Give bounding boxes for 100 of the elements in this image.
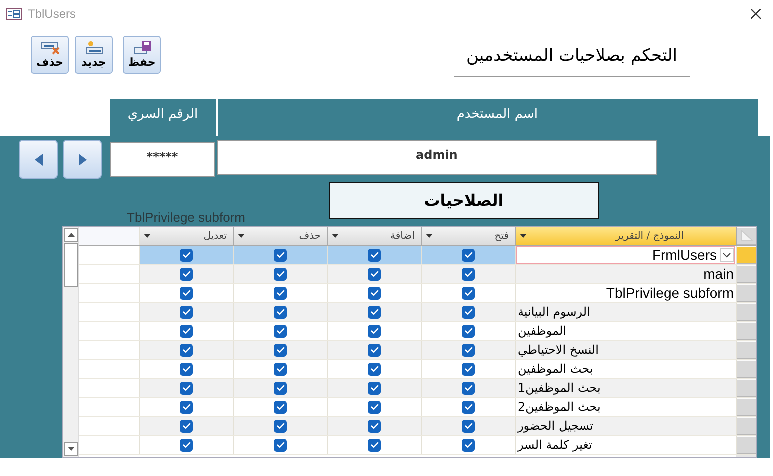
- scroll-up-button[interactable]: [64, 228, 78, 242]
- chevron-icon[interactable]: [723, 252, 731, 258]
- checkbox[interactable]: [274, 286, 287, 300]
- checkbox[interactable]: [180, 400, 193, 414]
- checkmark-icon: [182, 328, 190, 334]
- checkbox[interactable]: [462, 382, 475, 395]
- caret-icon[interactable]: [520, 234, 527, 238]
- checkbox[interactable]: [368, 362, 381, 376]
- column-header[interactable]: تعديل: [140, 227, 234, 246]
- checkbox[interactable]: [368, 268, 381, 281]
- checkbox[interactable]: [274, 400, 287, 414]
- checkbox[interactable]: [462, 306, 475, 319]
- checkbox[interactable]: [180, 362, 193, 376]
- checkbox[interactable]: [368, 344, 381, 357]
- checkmark-icon: [276, 442, 284, 448]
- down-arrow-icon: [68, 447, 74, 451]
- checkbox[interactable]: [274, 248, 287, 262]
- caret-icon[interactable]: [332, 234, 339, 238]
- checkbox[interactable]: [180, 306, 193, 319]
- checkbox[interactable]: [368, 286, 381, 300]
- checkbox[interactable]: [368, 438, 381, 452]
- checkbox[interactable]: [462, 420, 475, 433]
- column-header[interactable]: اضافة: [328, 227, 422, 246]
- next-record-button[interactable]: [63, 140, 102, 179]
- checkmark-icon: [370, 423, 378, 430]
- checkbox[interactable]: [368, 382, 381, 395]
- checkbox[interactable]: [462, 324, 475, 338]
- checkmark-icon: [370, 271, 378, 278]
- checkbox[interactable]: [368, 248, 381, 262]
- delete-button[interactable]: حذف: [31, 36, 69, 74]
- table-cell: الموظفين: [518, 324, 567, 338]
- checkmark-icon: [182, 309, 190, 316]
- table-cell: main: [704, 266, 734, 282]
- checkmark-icon: [182, 423, 190, 430]
- checkmark-icon: [370, 290, 378, 296]
- checkbox[interactable]: [368, 324, 381, 338]
- checkbox[interactable]: [462, 344, 475, 357]
- checkbox[interactable]: [274, 268, 287, 281]
- checkmark-icon: [370, 252, 378, 258]
- checkbox[interactable]: [462, 400, 475, 414]
- caret-icon[interactable]: [144, 234, 151, 238]
- checkbox[interactable]: [180, 438, 193, 452]
- checkbox[interactable]: [462, 362, 475, 376]
- checkbox[interactable]: [180, 420, 193, 433]
- caret-icon[interactable]: [238, 234, 245, 238]
- checkmark-icon: [276, 385, 284, 392]
- table-cell: تسجيل الحضور: [518, 419, 594, 434]
- checkmark-icon: [464, 290, 472, 296]
- checkbox[interactable]: [274, 344, 287, 357]
- checkbox[interactable]: [368, 420, 381, 433]
- checkmark-icon: [276, 252, 284, 258]
- checkbox[interactable]: [274, 382, 287, 395]
- checkmark-icon: [370, 309, 378, 316]
- checkbox[interactable]: [462, 268, 475, 281]
- column-header[interactable]: النموذج / التقرير: [516, 227, 737, 246]
- new-button[interactable]: جديد: [75, 36, 113, 74]
- checkbox[interactable]: [368, 306, 381, 319]
- column-header[interactable]: فتح: [422, 227, 516, 246]
- password-field[interactable]: *****: [110, 142, 215, 177]
- checkbox[interactable]: [368, 400, 381, 414]
- checkbox[interactable]: [462, 438, 475, 452]
- checkmark-icon: [464, 385, 472, 392]
- password-label: الرقم السري: [110, 99, 216, 136]
- checkbox[interactable]: [274, 324, 287, 338]
- checkbox[interactable]: [180, 248, 193, 262]
- checkbox[interactable]: [180, 382, 193, 395]
- checkmark-icon: [464, 309, 472, 316]
- checkbox[interactable]: [274, 438, 287, 452]
- checkbox[interactable]: [180, 344, 193, 357]
- subform-label: TblPrivilege subform: [127, 211, 246, 226]
- up-arrow-icon: [68, 233, 74, 238]
- scroll-down-button[interactable]: [64, 442, 78, 456]
- form-combo-box[interactable]: FrmlUsers: [516, 246, 735, 264]
- table-cell: TblPrivilege subform: [606, 285, 734, 302]
- scroll-thumb[interactable]: [64, 243, 78, 288]
- checkbox[interactable]: [180, 268, 193, 281]
- checkbox[interactable]: [462, 248, 475, 262]
- table-cell: النسخ الاحتياطي: [518, 343, 599, 358]
- checkbox[interactable]: [274, 362, 287, 376]
- checkmark-icon: [370, 442, 378, 448]
- username-field[interactable]: admin: [217, 140, 657, 175]
- checkmark-icon: [182, 347, 190, 354]
- checkbox[interactable]: [274, 306, 287, 319]
- checkbox[interactable]: [274, 420, 287, 433]
- previous-record-button[interactable]: [19, 140, 58, 179]
- checkmark-icon: [276, 309, 284, 316]
- checkmark-icon: [370, 328, 378, 334]
- checkmark-icon: [464, 328, 472, 334]
- column-header[interactable]: حذف: [234, 227, 328, 246]
- form-title: التحكم بصلاحيات المستخدمين: [454, 46, 690, 77]
- close-icon[interactable]: [751, 9, 761, 19]
- checkmark-icon: [276, 366, 284, 372]
- checkbox[interactable]: [180, 324, 193, 338]
- checkbox[interactable]: [180, 286, 193, 300]
- save-button[interactable]: حفظ: [123, 36, 161, 74]
- caret-icon[interactable]: [426, 234, 433, 238]
- checkbox[interactable]: [462, 286, 475, 300]
- checkmark-icon: [370, 404, 378, 410]
- checkmark-icon: [464, 366, 472, 372]
- right-arrow-icon: [78, 154, 86, 166]
